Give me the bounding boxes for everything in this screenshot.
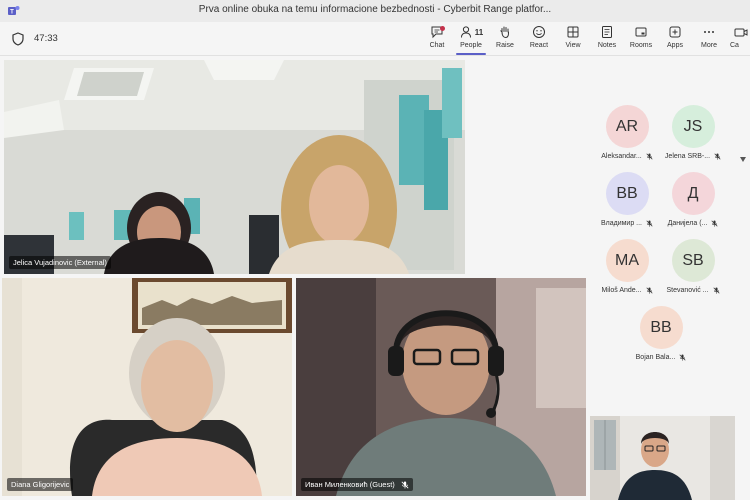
participant-name-label: Jelica Vujadinovic (External): [9, 256, 111, 269]
notes-icon: [602, 26, 612, 38]
video-feed-two-women: [4, 60, 465, 274]
rooms-label: Rooms: [629, 42, 653, 49]
avatar: SB: [671, 239, 715, 282]
roster-name: Jelena SRB-...: [664, 153, 711, 160]
more-label: More: [701, 42, 717, 49]
rooms-icon: [635, 27, 647, 37]
mic-muted-icon: [646, 220, 653, 227]
camera-label: Ca: [730, 42, 739, 49]
avatar: BB: [639, 306, 683, 349]
title-bar: T Prva online obuka na temu informacione…: [0, 0, 750, 22]
apps-label: Apps: [667, 42, 683, 49]
roster-name: Miloš Ande...: [601, 287, 642, 294]
more-button[interactable]: More: [692, 25, 726, 55]
roster-item-ma[interactable]: MA Miloš Ande...: [594, 239, 660, 294]
avatar: BB: [605, 172, 649, 215]
chat-button[interactable]: Chat: [420, 25, 454, 55]
roster-item-sb[interactable]: SB Stevanović ...: [660, 239, 726, 294]
raise-hand-icon: [500, 26, 509, 39]
roster-item-js[interactable]: JS Jelena SRB-...: [660, 105, 726, 160]
self-view-tile[interactable]: [590, 416, 735, 500]
avatar-initials: MA: [615, 251, 639, 269]
participant-name-label: Diana Gligorijevic: [7, 478, 74, 491]
chat-label: Chat: [429, 42, 445, 49]
roster-name: Владимир ...: [600, 220, 643, 227]
roster-item-d[interactable]: Д Данијела (...: [660, 172, 726, 227]
people-label: People: [460, 42, 482, 49]
more-icon: [704, 31, 714, 33]
people-icon: [460, 26, 471, 38]
roster-item-bb-2[interactable]: BB Bojan Bala...: [628, 306, 694, 361]
avatar-initials: JS: [683, 117, 703, 135]
react-label: React: [529, 42, 549, 49]
roster-name: Stevanović ...: [666, 287, 709, 294]
react-icon: [533, 26, 545, 38]
view-icon: [567, 26, 579, 38]
apps-icon: [669, 26, 681, 38]
rooms-button[interactable]: Rooms: [624, 25, 658, 55]
roster-name-row: Jelena SRB-...: [660, 153, 726, 160]
shield-icon[interactable]: [12, 32, 24, 46]
avatar-initials: AR: [615, 117, 639, 135]
mic-muted-icon: [711, 220, 718, 227]
participant-name: Jelica Vujadinovic (External): [13, 258, 107, 267]
avatar-initials: SB: [682, 251, 704, 269]
mic-muted-icon: [679, 354, 686, 361]
chevron-down-icon[interactable]: [740, 157, 746, 162]
meeting-toolbar: 47:33 Chat 11 People Raise React View No…: [0, 22, 750, 56]
roster-name-row: Aleksandar...: [594, 153, 660, 160]
participant-name-label: Иван Миленковић (Guest): [301, 478, 413, 491]
camera-icon: [734, 28, 748, 37]
roster-name-row: Bojan Bala...: [628, 354, 694, 361]
roster-name: Aleksandar...: [601, 153, 642, 160]
raise-hand-button[interactable]: Raise: [488, 25, 522, 55]
video-tile-jelica[interactable]: Jelica Vujadinovic (External): [4, 60, 465, 274]
people-count: 11: [474, 27, 484, 37]
video-tile-ivan[interactable]: Иван Миленковић (Guest): [296, 278, 586, 496]
avatar-initials: BB: [650, 318, 672, 336]
roster-name-row: Данијела (...: [660, 220, 726, 227]
video-feed-self: [590, 416, 735, 500]
mic-muted-icon: [401, 481, 409, 488]
avatar: Д: [671, 172, 715, 215]
notes-button[interactable]: Notes: [590, 25, 624, 55]
meeting-stage: Jelica Vujadinovic (External) Diana Glig…: [0, 57, 750, 500]
video-feed-older-woman: [2, 278, 292, 496]
people-button[interactable]: 11 People: [453, 25, 489, 55]
apps-button[interactable]: Apps: [658, 25, 692, 55]
mic-muted-icon: [645, 287, 653, 294]
mic-muted-icon: [714, 153, 721, 160]
raise-label: Raise: [496, 42, 514, 49]
mic-muted-icon: [712, 287, 720, 294]
roster-name-row: Miloš Ande...: [594, 287, 660, 294]
roster-name: Данијела (...: [667, 220, 708, 227]
meeting-timer: 47:33: [34, 33, 58, 44]
active-tab-indicator: [456, 53, 486, 55]
participant-name: Diana Gligorijevic: [11, 480, 70, 489]
roster-name-row: Stevanović ...: [660, 287, 726, 294]
react-button[interactable]: React: [522, 25, 556, 55]
avatar: JS: [671, 105, 715, 148]
view-label: View: [565, 42, 581, 49]
roster-item-bb-1[interactable]: BB Владимир ...: [594, 172, 660, 227]
video-tile-diana[interactable]: Diana Gligorijevic: [2, 278, 292, 496]
camera-button[interactable]: Ca: [730, 25, 750, 55]
avatar-initials: BB: [616, 184, 638, 202]
avatar: MA: [605, 239, 649, 282]
window-title: Prva online obuka na temu informacione b…: [198, 4, 552, 15]
notes-label: Notes: [597, 42, 617, 49]
roster-name-row: Владимир ...: [594, 220, 660, 227]
roster-item-ar[interactable]: AR Aleksandar...: [594, 105, 660, 160]
video-feed-man-headset: [296, 278, 586, 496]
view-button[interactable]: View: [556, 25, 590, 55]
participant-name: Иван Миленковић (Guest): [305, 480, 395, 489]
mic-muted-icon: [646, 153, 653, 160]
roster-name: Bojan Bala...: [635, 354, 676, 361]
chat-notification-dot: [440, 26, 445, 31]
avatar-initials: Д: [687, 184, 699, 202]
avatar: AR: [605, 105, 649, 148]
